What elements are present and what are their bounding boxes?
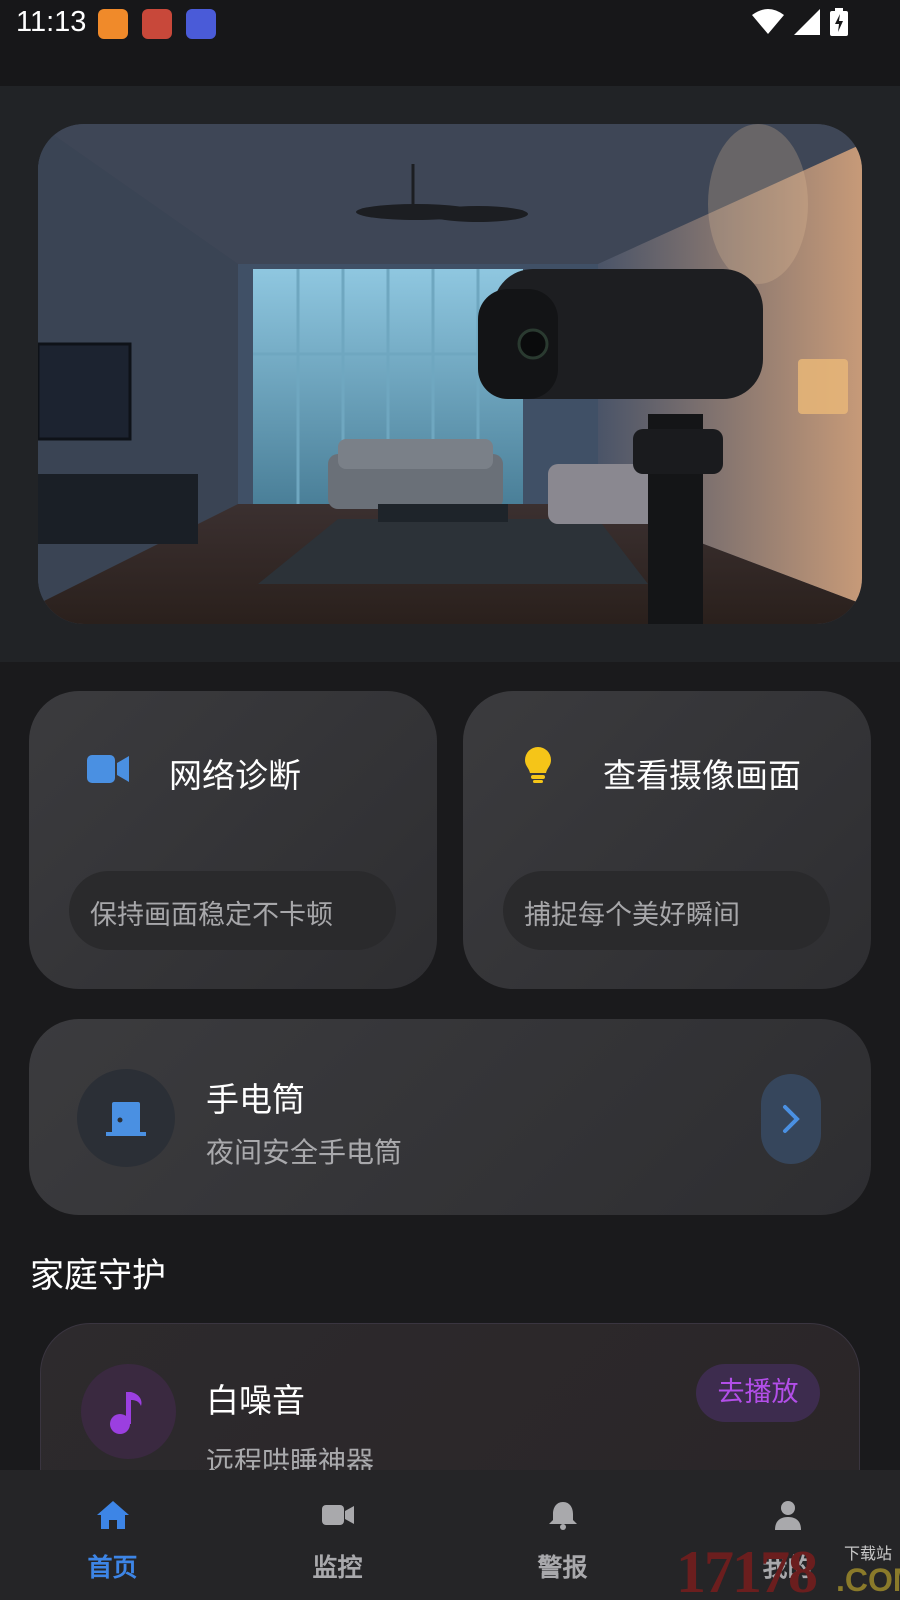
battery-charging-icon [830,8,848,36]
lightbulb-icon [525,747,551,783]
card-title: 查看摄像画面 [603,756,801,795]
white-noise-icon-circle [81,1364,176,1459]
living-room-camera-illustration [38,124,862,624]
door-icon [106,1102,146,1136]
status-bar: 11:13 [0,0,900,86]
nav-label: 警报 [537,1553,588,1582]
video-camera-icon [322,1505,354,1525]
view-camera-card[interactable]: 查看摄像画面 捕捉每个美好瞬间 [463,691,871,989]
flashlight-subtitle: 夜间安全手电筒 [206,1136,403,1169]
card-subtitle: 捕捉每个美好瞬间 [524,900,740,931]
status-time: 11:13 [16,6,87,38]
watermark-logo: 17178 .COM 下载站 [676,1538,900,1600]
video-camera-icon [87,755,129,783]
signal-icon [794,9,820,35]
status-icons [752,8,848,36]
play-button[interactable]: 去播放 [696,1364,820,1422]
network-diagnosis-card[interactable]: 网络诊断 保持画面稳定不卡顿 [29,691,437,989]
nav-item-monitor[interactable]: 监控 [225,1470,450,1600]
hero-image [38,124,862,624]
nav-item-home[interactable]: 首页 [0,1470,225,1600]
white-noise-title: 白噪音 [206,1381,305,1420]
nav-label: 监控 [312,1553,363,1582]
user-icon [775,1501,801,1530]
notification-app-icon [142,9,172,39]
card-subtitle-pill: 捕捉每个美好瞬间 [503,871,830,950]
hero-section [0,86,900,662]
bell-icon [549,1502,577,1530]
nav-item-alarm[interactable]: 警报 [450,1470,675,1600]
chevron-right-icon [783,1105,800,1133]
notification-app-icon [186,9,216,39]
flashlight-open-button[interactable] [761,1074,821,1164]
home-icon [97,1501,129,1529]
card-subtitle: 保持画面稳定不卡顿 [90,900,333,931]
card-title: 网络诊断 [169,756,301,795]
nav-label: 首页 [87,1553,138,1582]
section-title: 家庭守护 [30,1256,166,1296]
music-note-icon [110,1392,142,1434]
wifi-icon [752,9,784,34]
flashlight-card[interactable]: 手电筒 夜间安全手电筒 [29,1019,871,1215]
watermark-tag: 下载站 [844,1544,893,1563]
flashlight-title: 手电筒 [206,1080,305,1119]
watermark-number: 17178 [676,1539,818,1600]
notification-app-icon [98,9,128,39]
card-subtitle-pill: 保持画面稳定不卡顿 [69,871,396,950]
watermark-suffix: .COM [836,1562,900,1598]
flashlight-icon-circle [77,1069,175,1167]
